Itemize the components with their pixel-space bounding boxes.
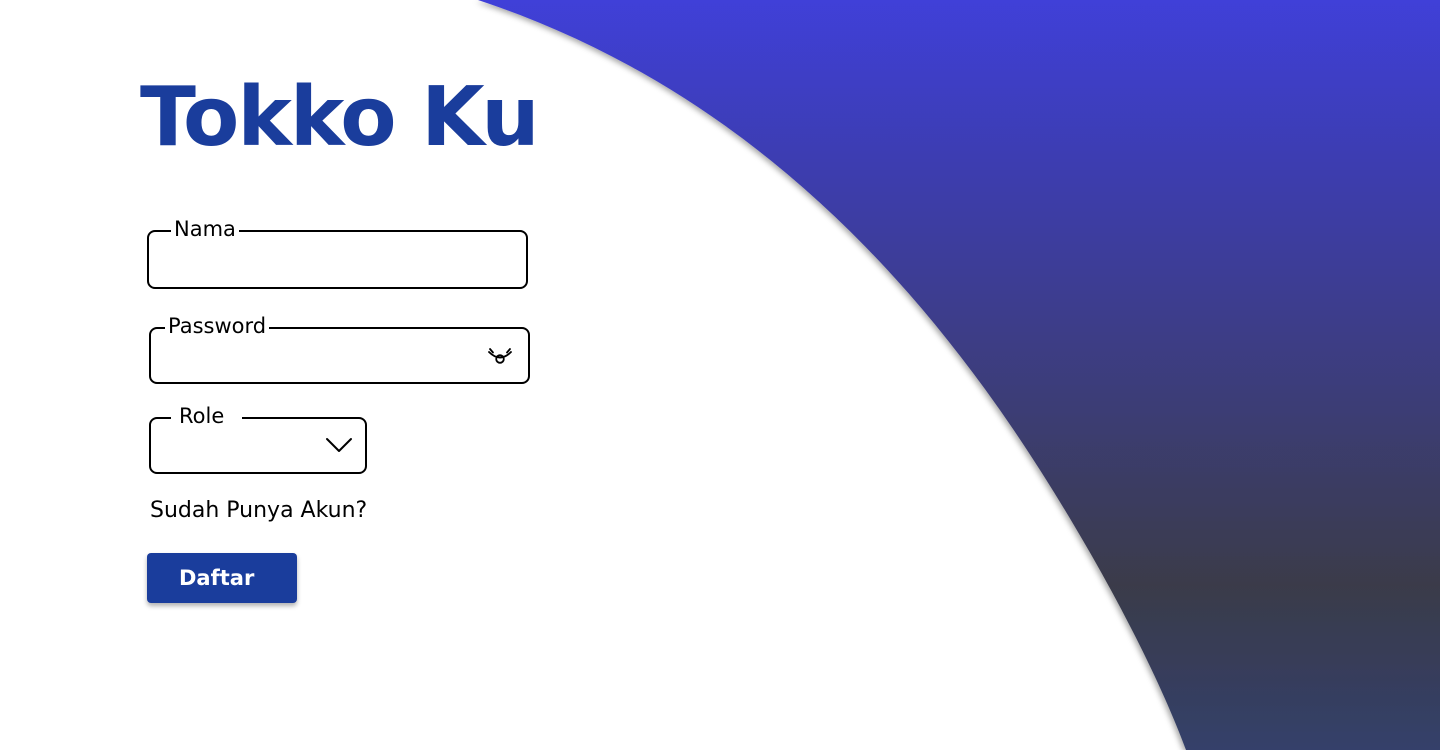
nama-field[interactable]: Nama xyxy=(147,217,528,289)
daftar-button[interactable]: Daftar xyxy=(147,553,297,603)
role-label: Role xyxy=(171,404,243,428)
role-select[interactable]: Role xyxy=(149,404,367,474)
login-link[interactable]: Sudah Punya Akun? xyxy=(150,497,367,525)
eye-icon[interactable] xyxy=(486,343,514,369)
password-field[interactable]: Password xyxy=(149,314,530,384)
nama-input[interactable] xyxy=(163,240,513,278)
nama-label: Nama xyxy=(171,217,239,241)
chevron-down-icon xyxy=(326,438,352,452)
app-title: Tokko Ku xyxy=(140,70,540,165)
password-input[interactable] xyxy=(165,337,475,375)
password-label: Password xyxy=(165,314,270,338)
